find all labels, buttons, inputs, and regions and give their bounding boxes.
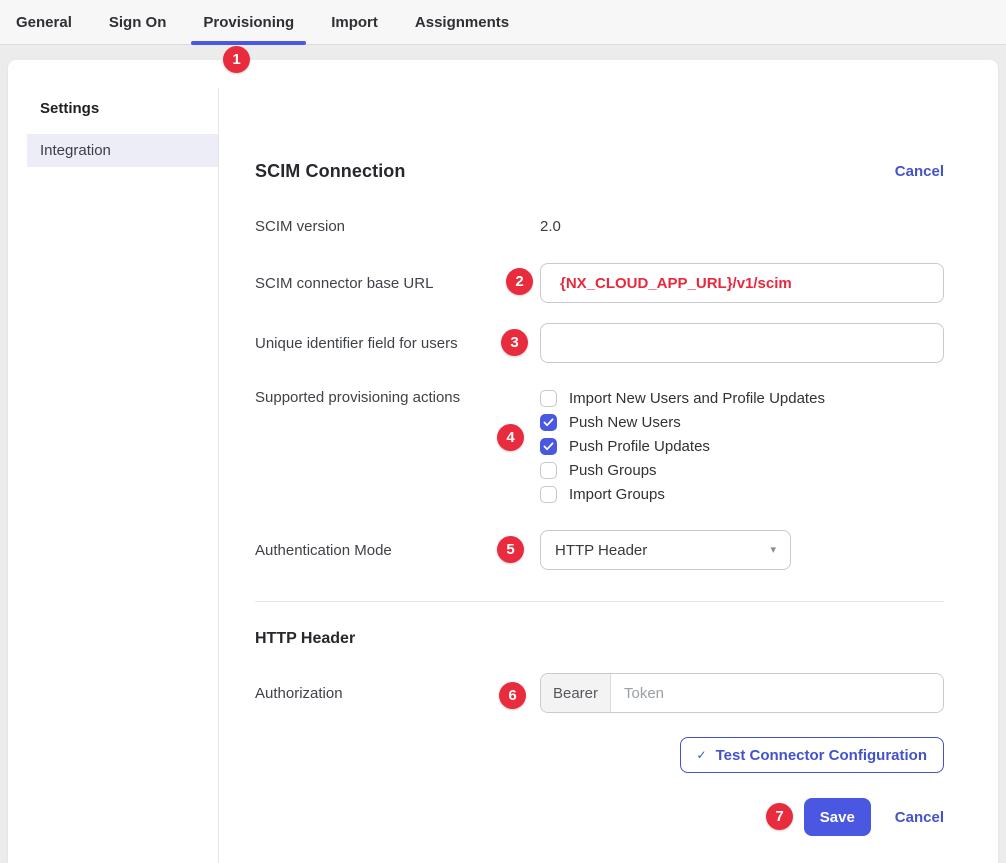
page-title: SCIM Connection: [255, 161, 406, 182]
checkbox-push-new-users[interactable]: [540, 414, 557, 431]
authentication-mode-select[interactable]: HTTP Header ▾: [540, 530, 791, 570]
settings-sidebar: Settings Integration: [8, 60, 218, 863]
option-label: Import New Users and Profile Updates: [569, 390, 825, 407]
tab-provisioning[interactable]: Provisioning: [203, 0, 294, 44]
token-input[interactable]: [611, 674, 943, 712]
callout-badge-7: 7: [766, 803, 793, 830]
provisioning-actions-label: Supported provisioning actions: [255, 386, 540, 410]
panel-header: SCIM Connection Cancel: [255, 160, 944, 182]
scim-version-label: SCIM version: [255, 218, 540, 235]
scim-version-value: 2.0: [540, 218, 944, 235]
form-footer: Save Cancel: [255, 798, 944, 836]
tab-sign-on[interactable]: Sign On: [109, 0, 167, 44]
test-connector-button[interactable]: ✓ Test Connector Configuration: [680, 737, 944, 773]
provisioning-actions-row: Supported provisioning actions Import Ne…: [255, 386, 944, 506]
cancel-link-top[interactable]: Cancel: [895, 163, 944, 180]
unique-id-label: Unique identifier field for users: [255, 335, 540, 352]
selected-option: HTTP Header: [555, 542, 647, 559]
checkbox-import-groups[interactable]: [540, 486, 557, 503]
scim-version-row: SCIM version 2.0: [255, 215, 944, 237]
unique-id-input[interactable]: [540, 323, 944, 363]
page: General Sign On Provisioning Import Assi…: [0, 0, 1006, 863]
authorization-label: Authorization: [255, 685, 540, 702]
auth-mode-row: Authentication Mode HTTP Header ▾: [255, 530, 944, 570]
http-header-section-title: HTTP Header: [255, 630, 944, 651]
checkbox-push-profile-updates[interactable]: [540, 438, 557, 455]
tab-import[interactable]: Import: [331, 0, 378, 44]
sidebar-item-integration[interactable]: Integration: [27, 134, 218, 167]
save-button[interactable]: Save: [804, 798, 871, 836]
option-label: Push Profile Updates: [569, 438, 710, 455]
checkbox-push-groups[interactable]: [540, 462, 557, 479]
section-divider: [255, 601, 944, 602]
bearer-prefix: Bearer: [541, 674, 611, 712]
check-icon: ✓: [697, 749, 707, 761]
authorization-row: Authorization Bearer: [255, 673, 944, 713]
callout-badge-2: 2: [506, 268, 533, 295]
sidebar-header: Settings: [40, 100, 218, 117]
base-url-label: SCIM connector base URL: [255, 275, 540, 292]
tab-assignments[interactable]: Assignments: [415, 0, 509, 44]
tab-general[interactable]: General: [16, 0, 72, 44]
option-push-profile-updates[interactable]: Push Profile Updates: [540, 434, 944, 458]
callout-badge-3: 3: [501, 329, 528, 356]
callout-badge-1: 1: [223, 46, 250, 73]
check-icon: [543, 442, 554, 451]
provisioning-panel: Settings Integration SCIM Connection Can…: [8, 60, 998, 863]
base-url-row: SCIM connector base URL: [255, 263, 944, 303]
checkbox-import-new-users[interactable]: [540, 390, 557, 407]
provisioning-actions-list: Import New Users and Profile Updates Pus…: [540, 386, 944, 506]
option-push-groups[interactable]: Push Groups: [540, 458, 944, 482]
option-import-new-users[interactable]: Import New Users and Profile Updates: [540, 386, 944, 410]
option-label: Import Groups: [569, 486, 665, 503]
callout-badge-5: 5: [497, 536, 524, 563]
base-url-input[interactable]: [540, 263, 944, 303]
option-label: Push Groups: [569, 462, 657, 479]
unique-id-row: Unique identifier field for users: [255, 323, 944, 363]
callout-badge-4: 4: [497, 424, 524, 451]
check-icon: [543, 418, 554, 427]
cancel-link-bottom[interactable]: Cancel: [895, 809, 944, 826]
tab-bar: General Sign On Provisioning Import Assi…: [0, 0, 1006, 45]
option-push-new-users[interactable]: Push New Users: [540, 410, 944, 434]
option-import-groups[interactable]: Import Groups: [540, 482, 944, 506]
scim-connection-form: SCIM Connection Cancel SCIM version 2.0 …: [219, 60, 998, 863]
authorization-input-group: Bearer: [540, 673, 944, 713]
test-connector-label: Test Connector Configuration: [716, 747, 927, 764]
chevron-down-icon: ▾: [770, 545, 776, 556]
callout-badge-6: 6: [499, 682, 526, 709]
option-label: Push New Users: [569, 414, 681, 431]
test-connector-row: ✓ Test Connector Configuration: [255, 737, 944, 773]
